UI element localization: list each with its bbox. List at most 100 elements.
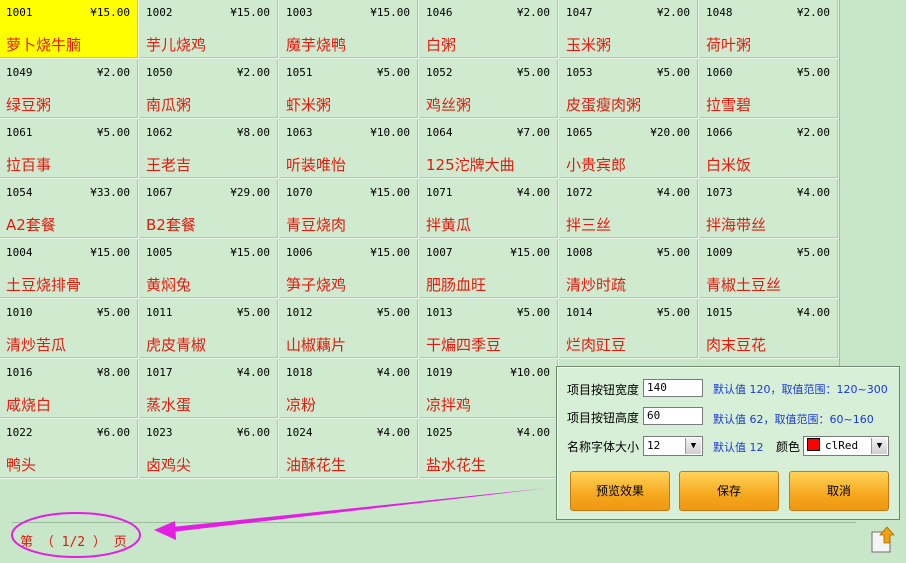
item-price: ¥2.00 [516,6,550,19]
item-code: 1053 [566,66,593,79]
menu-item-button[interactable]: 1065 ¥20.00 小贵宾郎 [560,120,699,179]
item-name: 白米饭 [706,156,752,174]
item-name: 咸烧白 [6,396,52,414]
menu-item-button[interactable]: 1004 ¥15.00 土豆烧排骨 [0,240,139,299]
menu-item-button[interactable]: 1006 ¥15.00 笋子烧鸡 [280,240,419,299]
item-code: 1002 [146,6,173,19]
item-code: 1047 [566,6,593,19]
menu-item-button[interactable]: 1018 ¥4.00 凉粉 [280,360,419,419]
item-code: 1011 [146,306,173,319]
color-select[interactable]: clRed ▼ [803,436,889,456]
menu-item-button[interactable]: 1011 ¥5.00 虎皮青椒 [140,300,279,359]
item-code: 1054 [6,186,33,199]
menu-item-button[interactable]: 1025 ¥4.00 盐水花生 [420,420,559,479]
menu-item-button[interactable]: 1009 ¥5.00 青椒土豆丝 [700,240,839,299]
menu-item-button[interactable]: 1014 ¥5.00 烂肉豇豆 [560,300,699,359]
menu-item-button[interactable]: 1023 ¥6.00 卤鸡尖 [140,420,279,479]
menu-item-button[interactable]: 1007 ¥15.00 肥肠血旺 [420,240,559,299]
menu-item-button[interactable]: 1015 ¥4.00 肉末豆花 [700,300,839,359]
item-name: 干煸四季豆 [426,336,502,354]
menu-item-button[interactable]: 1013 ¥5.00 干煸四季豆 [420,300,559,359]
cancel-button[interactable]: 取消 [789,471,889,511]
button-width-input[interactable]: 140 [643,379,703,397]
menu-item-button[interactable]: 1049 ¥2.00 绿豆粥 [0,60,139,119]
menu-item-button[interactable]: 1070 ¥15.00 青豆烧肉 [280,180,419,239]
menu-item-button[interactable]: 1019 ¥10.00 凉拌鸡 [420,360,559,419]
item-name: 笋子烧鸡 [286,276,347,294]
item-price: ¥8.00 [96,366,130,379]
menu-item-button[interactable]: 1060 ¥5.00 拉雪碧 [700,60,839,119]
menu-item-button[interactable]: 1053 ¥5.00 皮蛋瘦肉粥 [560,60,699,119]
item-price: ¥15.00 [370,186,410,199]
menu-item-button[interactable]: 1061 ¥5.00 拉百事 [0,120,139,179]
item-price: ¥2.00 [796,126,830,139]
export-arrow-icon[interactable] [870,526,896,554]
item-price: ¥6.00 [96,426,130,439]
item-price: ¥20.00 [650,126,690,139]
chevron-down-icon[interactable]: ▼ [685,438,701,454]
font-size-label: 名称字体大小 [567,440,640,454]
width-label: 项目按钮宽度 [567,383,640,397]
item-price: ¥5.00 [656,66,690,79]
height-label: 项目按钮高度 [567,411,640,425]
menu-item-button[interactable]: 1064 ¥7.00 125沱牌大曲 [420,120,559,179]
item-price: ¥5.00 [96,306,130,319]
preview-button[interactable]: 预览效果 [570,471,670,511]
menu-item-button[interactable]: 1008 ¥5.00 清炒时疏 [560,240,699,299]
menu-item-button[interactable]: 1003 ¥15.00 魔芋烧鸭 [280,0,419,59]
menu-item-button[interactable]: 1072 ¥4.00 拌三丝 [560,180,699,239]
button-settings-panel: 项目按钮宽度 140 默认值 120，取值范围：120~300 项目按钮高度 6… [556,366,900,520]
menu-item-button[interactable]: 1012 ¥5.00 山椒藕片 [280,300,419,359]
menu-item-button[interactable]: 1071 ¥4.00 拌黄瓜 [420,180,559,239]
item-code: 1063 [286,126,313,139]
item-price: ¥5.00 [376,66,410,79]
menu-item-button[interactable]: 1001 ¥15.00 萝卜烧牛腩 [0,0,139,59]
item-code: 1017 [146,366,173,379]
button-height-input[interactable]: 60 [643,407,703,425]
menu-item-button[interactable]: 1052 ¥5.00 鸡丝粥 [420,60,559,119]
item-code: 1073 [706,186,733,199]
item-price: ¥29.00 [230,186,270,199]
menu-item-button[interactable]: 1017 ¥4.00 蒸水蛋 [140,360,279,419]
menu-item-button[interactable]: 1002 ¥15.00 芋儿烧鸡 [140,0,279,59]
menu-item-button[interactable]: 1073 ¥4.00 拌海带丝 [700,180,839,239]
menu-item-button[interactable]: 1066 ¥2.00 白米饭 [700,120,839,179]
item-code: 1013 [426,306,453,319]
menu-item-button[interactable]: 1016 ¥8.00 咸烧白 [0,360,139,419]
menu-item-button[interactable]: 1051 ¥5.00 虾米粥 [280,60,419,119]
item-name: 油酥花生 [286,456,347,474]
item-name: 清炒苦瓜 [6,336,67,354]
item-code: 1065 [566,126,593,139]
menu-item-button[interactable]: 1063 ¥10.00 听装唯怡 [280,120,419,179]
menu-item-button[interactable]: 1062 ¥8.00 王老吉 [140,120,279,179]
item-code: 1001 [6,6,33,19]
item-price: ¥2.00 [96,66,130,79]
item-name: 拉百事 [6,156,52,174]
menu-item-button[interactable]: 1010 ¥5.00 清炒苦瓜 [0,300,139,359]
font-size-value: 12 [647,439,661,452]
font-size-hint: 默认值 12 [713,441,764,454]
menu-item-button[interactable]: 1054 ¥33.00 A2套餐 [0,180,139,239]
item-price: ¥4.00 [516,426,550,439]
chevron-down-icon[interactable]: ▼ [871,438,887,454]
menu-item-button[interactable]: 1048 ¥2.00 荷叶粥 [700,0,839,59]
menu-item-button[interactable]: 1047 ¥2.00 玉米粥 [560,0,699,59]
menu-item-button[interactable]: 1046 ¥2.00 白粥 [420,0,559,59]
save-button[interactable]: 保存 [679,471,779,511]
menu-item-button[interactable]: 1067 ¥29.00 B2套餐 [140,180,279,239]
item-code: 1066 [706,126,733,139]
menu-item-button[interactable]: 1050 ¥2.00 南瓜粥 [140,60,279,119]
menu-item-button[interactable]: 1024 ¥4.00 油酥花生 [280,420,419,479]
font-size-select[interactable]: 12 ▼ [643,436,703,456]
menu-item-button[interactable]: 1022 ¥6.00 鸭头 [0,420,139,479]
item-price: ¥10.00 [370,126,410,139]
menu-item-button[interactable]: 1005 ¥15.00 黄焖兔 [140,240,279,299]
item-name: 绿豆粥 [6,96,52,114]
item-name: 肉末豆花 [706,336,767,354]
item-name: 拌海带丝 [706,216,767,234]
item-price: ¥5.00 [376,306,410,319]
item-code: 1067 [146,186,173,199]
item-code: 1006 [286,246,313,259]
height-hint: 默认值 62，取值范围：60~160 [713,413,874,426]
item-price: ¥15.00 [510,246,550,259]
